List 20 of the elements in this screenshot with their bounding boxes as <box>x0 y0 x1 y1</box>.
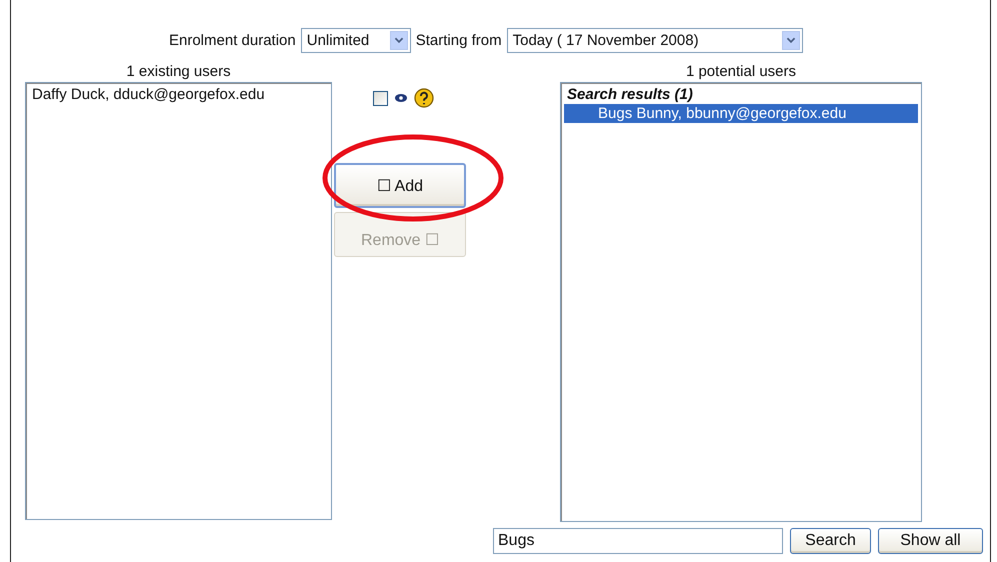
user-list[interactable]: Daffy Duck, dduck@georgefox.edu <box>25 82 332 520</box>
dropdown[interactable]: Today ( 17 November 2008) <box>506 28 803 52</box>
search-button[interactable]: Search <box>790 528 871 554</box>
user-list[interactable]: Search results (1) Bugs Bunny, bbunny@georgefox.edu <box>560 82 922 522</box>
field-label: Enrolment duration <box>169 32 296 48</box>
user-option[interactable]: Bugs Bunny, bbunny@georgefox.edu <box>564 104 918 123</box>
list-heading: 1 existing users <box>126 62 231 82</box>
help-icon[interactable] <box>414 88 434 108</box>
dropdown[interactable]: Unlimited <box>300 28 411 52</box>
eye-icon <box>394 93 408 103</box>
field-label: Starting from <box>416 32 502 48</box>
show-all-button[interactable]: Show all <box>878 528 983 554</box>
caret-icon <box>782 30 800 50</box>
add-button[interactable]: ☐ Add <box>334 163 466 208</box>
search-field[interactable]: Bugs <box>493 528 783 554</box>
checkbox[interactable] <box>373 90 388 106</box>
user-option[interactable]: Daffy Duck, dduck@georgefox.edu <box>29 85 328 104</box>
caret-icon <box>390 30 408 50</box>
group-label: Search results (1) <box>566 85 694 104</box>
list-heading: 1 potential users <box>686 62 796 82</box>
